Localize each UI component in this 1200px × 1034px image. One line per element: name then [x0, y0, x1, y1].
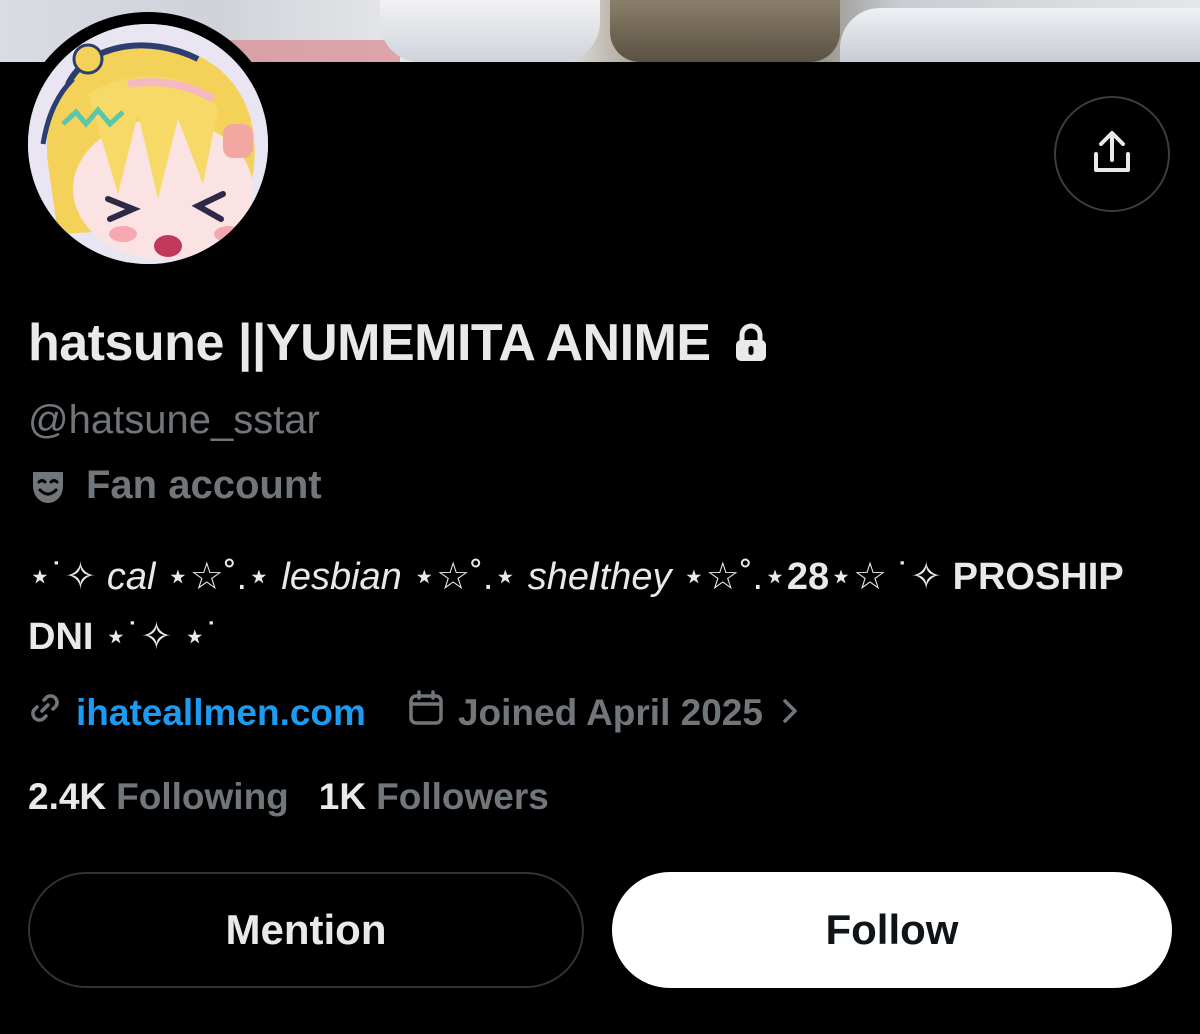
bio-part: they	[599, 556, 672, 598]
bio-part: ⋆☆˚.⋆	[155, 556, 282, 598]
display-name: hatsune ||YUMEMITA ANIME	[28, 314, 711, 372]
followers-count: 1K	[318, 776, 367, 817]
follow-stats: 2.4K Following 1K Followers	[28, 776, 549, 818]
bio-part: ⋆☆˚.⋆	[401, 556, 528, 598]
share-icon	[1092, 130, 1132, 179]
display-name-row: hatsune ||YUMEMITA ANIME	[28, 313, 769, 373]
bio-part: ⋆☆˚.⋆	[671, 556, 787, 598]
following-link[interactable]: 2.4K Following	[28, 776, 289, 818]
lock-icon	[733, 323, 769, 363]
avatar[interactable]	[28, 24, 268, 264]
bio-part: /	[589, 556, 600, 598]
user-handle: @hatsune_sstar	[28, 398, 320, 442]
bio-part: ⋆☆ ˙✧	[829, 556, 953, 598]
avatar-frame	[16, 12, 280, 276]
theater-mask-icon	[28, 466, 68, 506]
chevron-right-icon[interactable]	[781, 692, 799, 734]
following-count: 2.4K	[28, 776, 107, 817]
profile-meta: ihateallmen.com Joined April 2025	[28, 690, 799, 735]
bio-part: cal	[106, 556, 156, 598]
bio-part: she	[527, 556, 590, 598]
joined-date: Joined April 2025	[457, 691, 763, 733]
bio-part: ⋆˙✧	[28, 556, 107, 598]
bio-part: 28	[786, 556, 830, 598]
link-icon	[28, 691, 62, 734]
followers-label: Followers	[376, 776, 549, 817]
mention-button[interactable]: Mention	[28, 872, 584, 988]
category-label: Fan account	[86, 463, 322, 507]
bio-part: lesbian	[281, 556, 402, 598]
profile-category: Fan account	[28, 463, 322, 508]
following-label: Following	[116, 776, 289, 817]
share-button[interactable]	[1054, 96, 1170, 212]
profile-bio: ⋆˙✧ cal ⋆☆˚.⋆ lesbian ⋆☆˚.⋆ she/they ⋆☆˚…	[28, 547, 1178, 667]
follow-button[interactable]: Follow	[612, 872, 1172, 988]
website-link[interactable]: ihateallmen.com	[76, 692, 366, 734]
followers-link[interactable]: 1K Followers	[319, 776, 549, 818]
calendar-icon	[408, 690, 444, 735]
bio-part: ⋆˙✧ ⋆˙	[93, 616, 220, 658]
